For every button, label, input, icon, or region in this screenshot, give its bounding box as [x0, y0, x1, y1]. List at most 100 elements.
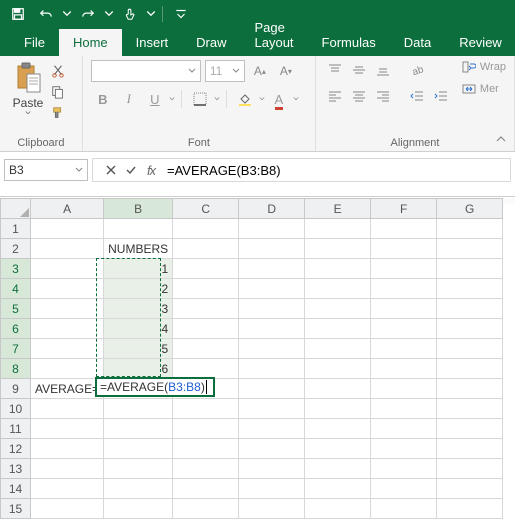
cell-F13[interactable]: [371, 459, 437, 479]
cell-A3[interactable]: [31, 259, 104, 279]
row-header[interactable]: 5: [1, 299, 31, 319]
cell-A14[interactable]: [31, 479, 104, 499]
column-header[interactable]: F: [371, 199, 437, 219]
cell-D8[interactable]: [239, 359, 305, 379]
column-header[interactable]: C: [173, 199, 239, 219]
cell-A5[interactable]: [31, 299, 104, 319]
cell-G10[interactable]: [437, 399, 503, 419]
formula-input[interactable]: [161, 159, 506, 181]
cell-B5[interactable]: 3: [104, 299, 173, 319]
column-header[interactable]: E: [305, 199, 371, 219]
cell-A12[interactable]: [31, 439, 104, 459]
cell-D6[interactable]: [239, 319, 305, 339]
undo-icon[interactable]: [34, 2, 58, 26]
row-header[interactable]: 9: [1, 379, 31, 399]
cell-G6[interactable]: [437, 319, 503, 339]
cell-F12[interactable]: [371, 439, 437, 459]
cell-B13[interactable]: [104, 459, 173, 479]
cell-C6[interactable]: [173, 319, 239, 339]
cell-E13[interactable]: [305, 459, 371, 479]
cell-B2[interactable]: NUMBERS: [104, 239, 173, 259]
column-header[interactable]: D: [239, 199, 305, 219]
underline-button[interactable]: U: [143, 88, 167, 110]
touch-mode-icon[interactable]: [118, 2, 142, 26]
cell-C12[interactable]: [173, 439, 239, 459]
cell-B4[interactable]: 2: [104, 279, 173, 299]
cut-icon[interactable]: [48, 62, 68, 80]
font-color-icon[interactable]: A: [267, 88, 291, 110]
cell-E7[interactable]: [305, 339, 371, 359]
cell-A1[interactable]: [31, 219, 104, 239]
copy-icon[interactable]: [48, 83, 68, 101]
cell-G1[interactable]: [437, 219, 503, 239]
cell-B3[interactable]: 1: [104, 259, 173, 279]
orientation-icon[interactable]: ab: [406, 60, 428, 80]
row-header[interactable]: 14: [1, 479, 31, 499]
cell-E10[interactable]: [305, 399, 371, 419]
cell-D2[interactable]: [239, 239, 305, 259]
wrap-text-button[interactable]: Wrap: [462, 60, 506, 74]
cell-D7[interactable]: [239, 339, 305, 359]
cell-G8[interactable]: [437, 359, 503, 379]
cell-E3[interactable]: [305, 259, 371, 279]
redo-icon[interactable]: [76, 2, 100, 26]
cell-G14[interactable]: [437, 479, 503, 499]
cell-F9[interactable]: [371, 379, 437, 399]
column-header[interactable]: A: [31, 199, 104, 219]
italic-button[interactable]: I: [117, 88, 141, 110]
row-header[interactable]: 8: [1, 359, 31, 379]
row-header[interactable]: 1: [1, 219, 31, 239]
align-bottom-icon[interactable]: [372, 60, 394, 80]
cell-D15[interactable]: [239, 499, 305, 519]
cell-C15[interactable]: [173, 499, 239, 519]
cancel-icon[interactable]: [101, 160, 121, 180]
cell-F7[interactable]: [371, 339, 437, 359]
chevron-down-icon[interactable]: [293, 96, 299, 102]
cell-C5[interactable]: [173, 299, 239, 319]
cell-A9[interactable]: AVERAGE=: [31, 379, 104, 399]
format-painter-icon[interactable]: [48, 104, 68, 122]
cell-C1[interactable]: [173, 219, 239, 239]
bold-button[interactable]: B: [91, 88, 115, 110]
cell-C4[interactable]: [173, 279, 239, 299]
cell-F15[interactable]: [371, 499, 437, 519]
cell-G11[interactable]: [437, 419, 503, 439]
cell-B1[interactable]: [104, 219, 173, 239]
row-header[interactable]: 4: [1, 279, 31, 299]
tab-review[interactable]: Review: [445, 29, 515, 56]
cell-A13[interactable]: [31, 459, 104, 479]
cell-E5[interactable]: [305, 299, 371, 319]
tab-page-layout[interactable]: Page Layout: [241, 14, 308, 56]
cell-A15[interactable]: [31, 499, 104, 519]
cell-B8[interactable]: 6: [104, 359, 173, 379]
decrease-indent-icon[interactable]: [406, 86, 428, 106]
cell-B11[interactable]: [104, 419, 173, 439]
cell-F3[interactable]: [371, 259, 437, 279]
cell-D1[interactable]: [239, 219, 305, 239]
cell-A6[interactable]: [31, 319, 104, 339]
row-header[interactable]: 2: [1, 239, 31, 259]
cell-E11[interactable]: [305, 419, 371, 439]
cell-C13[interactable]: [173, 459, 239, 479]
chevron-down-icon[interactable]: [214, 96, 220, 102]
cell-F11[interactable]: [371, 419, 437, 439]
align-top-icon[interactable]: [324, 60, 346, 80]
cell-G5[interactable]: [437, 299, 503, 319]
tab-insert[interactable]: Insert: [122, 29, 183, 56]
save-icon[interactable]: [6, 2, 30, 26]
align-right-icon[interactable]: [372, 86, 394, 106]
increase-indent-icon[interactable]: [430, 86, 452, 106]
cell-C10[interactable]: [173, 399, 239, 419]
cell-D11[interactable]: [239, 419, 305, 439]
tab-data[interactable]: Data: [390, 29, 445, 56]
merge-button[interactable]: Mer: [462, 82, 506, 96]
name-box[interactable]: B3: [4, 159, 88, 181]
cell-E4[interactable]: [305, 279, 371, 299]
row-header[interactable]: 10: [1, 399, 31, 419]
align-center-icon[interactable]: [348, 86, 370, 106]
increase-font-icon[interactable]: A▴: [249, 60, 271, 82]
cell-editor[interactable]: =AVERAGE(B3:B8): [95, 377, 215, 397]
tab-draw[interactable]: Draw: [182, 29, 240, 56]
cell-B12[interactable]: [104, 439, 173, 459]
cell-C14[interactable]: [173, 479, 239, 499]
